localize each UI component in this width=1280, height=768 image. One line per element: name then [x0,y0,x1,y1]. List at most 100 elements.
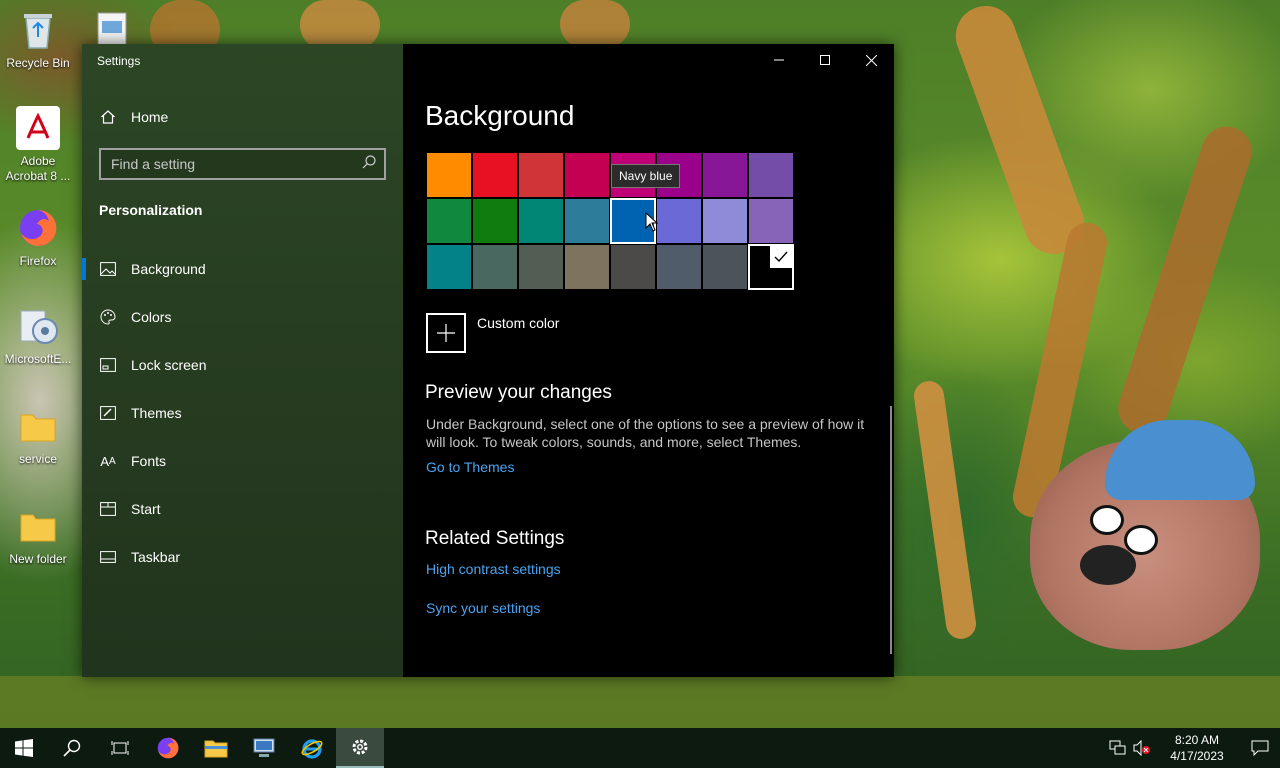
sidebar-item-fonts[interactable]: AA Fonts [82,437,403,485]
desktop-icon-acrobat[interactable]: Adobe Acrobat 8 ... [0,106,76,184]
desktop-icon-label: Firefox [19,254,57,268]
raccoon-nose [1080,545,1136,585]
desktop-icon-label: New folder [9,552,67,566]
desktop-icon-service-folder[interactable]: service [0,404,76,467]
tree-trunk [1111,120,1259,440]
taskbar: 8:20 AM 4/17/2023 [0,728,1280,768]
sidebar-item-taskbar[interactable]: Taskbar [82,533,403,581]
ground [0,676,1280,736]
taskbar-file-explorer-button[interactable] [192,728,240,768]
content-scrollbar[interactable] [890,406,892,654]
tree-trunk [560,0,630,48]
start-grid-icon [99,500,117,518]
sidebar-item-label: Colors [131,309,172,325]
settings-sidebar: Settings Home Personalization Background [82,44,403,677]
taskbar-clock[interactable]: 8:20 AM 4/17/2023 [1162,732,1232,764]
clock-time: 8:20 AM [1174,733,1220,747]
start-button[interactable] [0,728,48,768]
color-swatch[interactable] [426,152,472,198]
acrobat-icon [16,106,60,150]
system-tray: 8:20 AM 4/17/2023 [1106,728,1280,768]
desktop-icon-label: Recycle Bin [6,56,70,70]
sync-your-settings-link[interactable]: Sync your settings [426,600,540,616]
taskbar-icon [99,548,117,566]
color-swatch[interactable] [564,152,610,198]
search-box[interactable] [99,148,386,180]
taskbar-computer-management-button[interactable] [240,728,288,768]
volume-muted-icon[interactable] [1130,740,1154,756]
sidebar-item-start[interactable]: Start [82,485,403,533]
nav-home[interactable]: Home [82,102,403,132]
plus-icon [426,313,466,353]
internet-explorer-icon [301,739,323,759]
tree-trunk [300,0,380,50]
window-title: Settings [97,54,141,68]
tree-trunk [912,379,978,641]
desktop-icon-new-folder[interactable]: New folder [0,504,76,567]
sidebar-item-themes[interactable]: Themes [82,389,403,437]
sidebar-item-label: Start [131,501,161,517]
mouse-cursor-icon [645,212,659,232]
firefox-icon [157,737,179,759]
task-view-button[interactable] [96,728,144,768]
section-heading-personalization: Personalization [99,202,203,218]
personalization-nav: Background Colors Lock screen Themes A A… [82,245,403,581]
network-icon[interactable] [1106,740,1130,756]
search-button[interactable] [48,728,96,768]
sidebar-item-label: Background [131,261,206,277]
related-settings-heading: Related Settings [425,528,565,549]
tree-trunk [947,0,1093,263]
color-swatch[interactable] [518,244,564,290]
sidebar-item-label: Lock screen [131,357,207,373]
notification-icon[interactable] [1240,740,1280,756]
desktop-icon-microsoft-edge-setup[interactable]: MicrosoftE... [0,304,76,367]
color-swatch[interactable] [748,198,794,244]
desktop-icon-label: service [18,452,57,466]
color-swatch[interactable] [472,152,518,198]
color-swatch[interactable] [656,198,702,244]
color-swatch[interactable] [702,152,748,198]
sidebar-item-label: Fonts [131,453,167,469]
color-swatch[interactable] [702,198,748,244]
checkmark-icon [770,246,792,268]
color-swatch[interactable] [610,244,656,290]
search-icon [63,739,81,757]
taskbar-settings-button[interactable] [336,728,384,768]
font-icon: AA [100,453,116,469]
folder-icon [16,504,60,548]
color-swatch[interactable] [426,244,472,290]
preview-heading: Preview your changes [425,382,612,403]
sidebar-item-background[interactable]: Background [82,245,403,293]
color-swatch[interactable] [748,244,794,290]
taskbar-firefox-button[interactable] [144,728,192,768]
clock-date: 4/17/2023 [1170,749,1224,763]
search-icon[interactable] [362,154,376,174]
color-swatch[interactable] [518,198,564,244]
color-swatch[interactable] [748,152,794,198]
color-swatch[interactable] [518,152,564,198]
search-input[interactable] [111,156,341,172]
desktop-icon-firefox[interactable]: Firefox [0,206,76,269]
settings-gear-icon [352,739,368,755]
color-swatch[interactable] [472,244,518,290]
taskbar-internet-explorer-button[interactable] [288,728,336,768]
windows-start-icon [15,739,33,757]
color-swatch[interactable] [564,198,610,244]
go-to-themes-link[interactable]: Go to Themes [426,459,514,475]
sidebar-item-label: Taskbar [131,549,181,565]
high-contrast-settings-link[interactable]: High contrast settings [426,561,561,577]
color-swatch[interactable] [656,244,702,290]
color-swatch[interactable] [426,198,472,244]
brush-icon [99,404,117,422]
custom-color-button[interactable]: Custom color [426,313,559,353]
task-view-icon [111,741,129,755]
raccoon-cap [1105,420,1255,500]
color-swatch[interactable] [472,198,518,244]
color-swatch[interactable] [702,244,748,290]
color-swatch[interactable] [564,244,610,290]
desktop-icon-recycle-bin[interactable]: Recycle Bin [0,8,76,71]
sidebar-item-lock-screen[interactable]: Lock screen [82,341,403,389]
custom-color-label: Custom color [477,315,560,331]
desktop-icon-label: Adobe Acrobat 8 ... [5,154,71,183]
sidebar-item-colors[interactable]: Colors [82,293,403,341]
